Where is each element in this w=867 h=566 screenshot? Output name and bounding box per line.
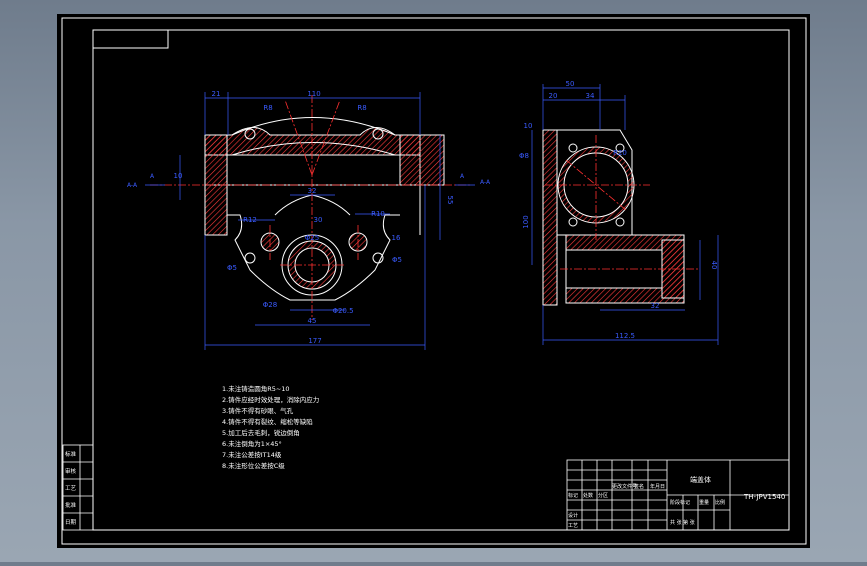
note-6: 6.未注倒角为1×45° (222, 439, 282, 448)
left-label-5: 日期 (65, 519, 77, 526)
title-part-name: 端盖体 (690, 475, 711, 484)
front-dim-side-left: 10 (174, 172, 183, 180)
front-dim-side-right: 16 (392, 234, 401, 242)
drawing-canvas: 21 110 R8 R8 55 177 R12 R10 32 30 45 Φ20… (57, 14, 810, 548)
left-label-2: 审核 (65, 467, 77, 475)
front-dim-bore: Φ20.5 (332, 307, 353, 315)
note-7: 7.未注公差按IT14级 (222, 450, 282, 459)
row-label-1: 标记 (568, 492, 578, 499)
front-dim-30: 30 (314, 216, 323, 224)
section-right-label: A-A (480, 179, 491, 186)
front-dim-r1: R8 (263, 104, 272, 112)
note-5: 5.加工后去毛刺，锐边倒角 (222, 428, 300, 437)
side-dim-top3: 20 (549, 92, 558, 100)
side-dim-mid: 100 (522, 215, 530, 228)
front-dim-ped: Φ25 (305, 234, 319, 242)
section-left-label: A-A (127, 182, 138, 189)
note-3: 3.铸件不得有砂眼、气孔 (222, 406, 294, 415)
front-dim-hole-right: Φ5 (392, 256, 402, 264)
front-dim-hole-left: Φ5 (227, 264, 237, 272)
row-label-2: 处数 (583, 492, 593, 499)
grid-label-6: 共 张 第 张 (670, 519, 695, 526)
note-4: 4.铸件不得有裂纹、缩松等缺陷 (222, 417, 313, 426)
grid-label-2: 工艺 (568, 523, 578, 529)
front-dim-r2: R8 (357, 104, 366, 112)
front-dim-r12: R12 (243, 216, 257, 224)
side-dim-left2: Φ8 (519, 152, 529, 160)
front-dim-bottom: 177 (308, 337, 321, 345)
grid-label-3: 阶段标记 (670, 499, 690, 506)
side-dim-bottom: 32 (651, 302, 660, 310)
front-dim-r10: R10 (371, 210, 385, 218)
cad-viewport[interactable]: 21 110 R8 R8 55 177 R12 R10 32 30 45 Φ20… (0, 0, 867, 562)
row-label-5: 签名 (634, 483, 644, 490)
front-dim-45: 45 (308, 317, 317, 325)
side-dim-left1: 10 (524, 122, 533, 130)
side-dim-overall: 112.5 (615, 332, 635, 340)
grid-label-1: 设计 (568, 512, 578, 519)
left-label-3: 工艺 (65, 485, 77, 492)
front-dim-height: 55 (446, 196, 454, 205)
front-dim-top-left: 21 (212, 90, 221, 98)
drawing-sheet (57, 14, 810, 548)
note-1: 1.未注铸造圆角R5~10 (222, 384, 290, 393)
grid-label-4: 重量 (699, 499, 709, 506)
note-8: 8.未注形位公差按C级 (222, 461, 285, 470)
side-dim-r: R20 (613, 149, 627, 157)
side-dim-top2: 34 (586, 92, 595, 100)
row-label-6: 年月日 (650, 483, 665, 490)
left-label-1: 标准 (65, 450, 77, 458)
title-drawing-no: TH-JPV1540 (743, 493, 785, 501)
side-base-plate (542, 129, 558, 306)
front-dim-base: Φ28 (263, 301, 277, 309)
side-dim-right: 40 (710, 261, 718, 270)
left-label-4: 批准 (65, 501, 77, 509)
front-dim-32: 32 (308, 187, 317, 195)
row-label-3: 分区 (598, 492, 608, 499)
front-right-flange (399, 134, 445, 186)
front-dim-top-mid: 110 (307, 90, 320, 98)
grid-label-5: 比例 (715, 499, 725, 506)
side-dim-top1: 50 (566, 80, 575, 88)
note-2: 2.铸件应经时效处理，消除内应力 (222, 395, 319, 404)
